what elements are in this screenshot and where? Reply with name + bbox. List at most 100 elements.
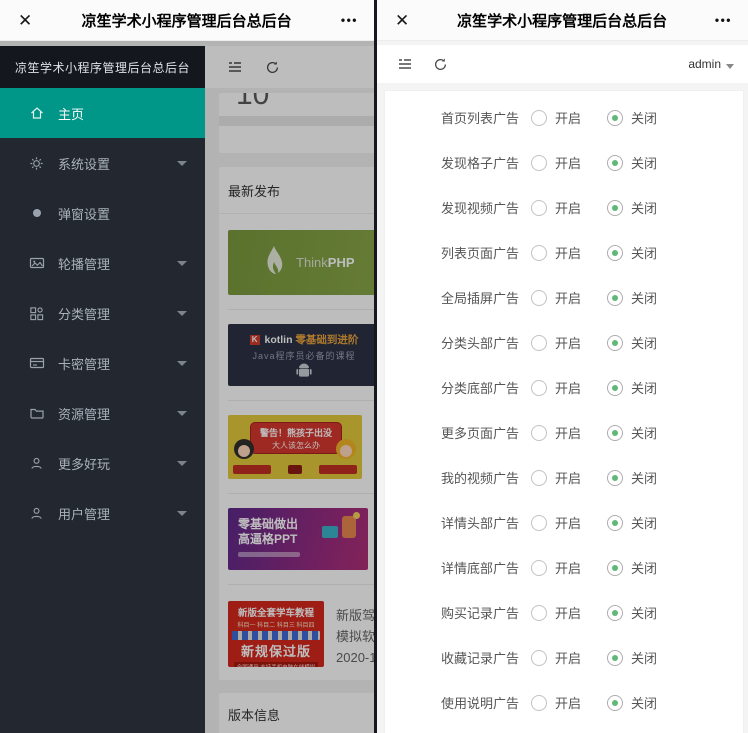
option-off: 关闭	[607, 108, 657, 127]
radio-off-label[interactable]: 关闭	[631, 423, 657, 442]
radio-on-label[interactable]: 开启	[555, 153, 581, 172]
radio-off-label[interactable]: 关闭	[631, 693, 657, 712]
radio-on-label[interactable]: 开启	[555, 333, 581, 352]
radio-off[interactable]	[607, 694, 624, 711]
radio-off[interactable]	[607, 334, 624, 351]
ad-setting-row: 首页列表广告 开启 关闭	[385, 95, 743, 140]
option-on: 开启	[531, 468, 581, 487]
radio-on[interactable]	[531, 514, 547, 531]
radio-on-label[interactable]: 开启	[555, 378, 581, 397]
radio-on-label[interactable]: 开启	[555, 513, 581, 532]
radio-on-label[interactable]: 开启	[555, 423, 581, 442]
radio-off[interactable]	[607, 379, 624, 396]
option-on: 开启	[531, 648, 581, 667]
option-off: 关闭	[607, 693, 657, 712]
radio-on-label[interactable]: 开启	[555, 198, 581, 217]
radio-off[interactable]	[607, 469, 624, 486]
option-off: 关闭	[607, 243, 657, 262]
sidebar-item-5[interactable]: 卡密管理	[0, 338, 205, 388]
chevron-down-icon	[177, 311, 187, 316]
sidebar-collapse-icon[interactable]	[397, 56, 413, 72]
sidebar-item-2[interactable]: 弹窗设置	[0, 188, 205, 238]
radio-on[interactable]	[531, 649, 547, 666]
radio-on-label[interactable]: 开启	[555, 468, 581, 487]
sidebar-item-3[interactable]: 轮播管理	[0, 238, 205, 288]
radio-on[interactable]	[531, 379, 547, 396]
left-phone-screen: ✕ 凉笙学术小程序管理后台总后台 ••• 10 最新发布 ThinkPHP K …	[0, 0, 374, 733]
refresh-icon[interactable]	[433, 57, 448, 72]
more-menu-icon[interactable]: •••	[715, 13, 732, 27]
radio-off-label[interactable]: 关闭	[631, 558, 657, 577]
chevron-down-icon	[177, 411, 187, 416]
radio-off-label[interactable]: 关闭	[631, 243, 657, 262]
setting-label: 分类底部广告	[441, 381, 520, 396]
radio-off-label[interactable]: 关闭	[631, 333, 657, 352]
close-icon[interactable]: ✕	[18, 12, 32, 29]
radio-on-label[interactable]: 开启	[555, 603, 581, 622]
radio-off[interactable]	[607, 649, 624, 666]
radio-off[interactable]	[607, 559, 624, 576]
radio-on[interactable]	[531, 244, 547, 261]
ad-setting-row: 发现视频广告 开启 关闭	[385, 185, 743, 230]
setting-label: 首页列表广告	[441, 111, 520, 126]
sidebar-item-1[interactable]: 系统设置	[0, 138, 205, 188]
option-on: 开启	[531, 243, 581, 262]
radio-on[interactable]	[531, 694, 547, 711]
option-off: 关闭	[607, 513, 657, 532]
radio-on[interactable]	[531, 334, 547, 351]
option-on: 开启	[531, 513, 581, 532]
radio-off[interactable]	[607, 199, 624, 216]
radio-off[interactable]	[607, 154, 624, 171]
option-on: 开启	[531, 423, 581, 442]
radio-on-label[interactable]: 开启	[555, 693, 581, 712]
radio-off-label[interactable]: 关闭	[631, 198, 657, 217]
sidebar-app-title: 凉笙学术小程序管理后台总后台	[0, 46, 205, 88]
radio-off[interactable]	[607, 604, 624, 621]
radio-on-label[interactable]: 开启	[555, 108, 581, 127]
radio-on[interactable]	[531, 199, 547, 216]
radio-on[interactable]	[531, 469, 547, 486]
radio-on[interactable]	[531, 604, 547, 621]
radio-off-label[interactable]: 关闭	[631, 603, 657, 622]
radio-on[interactable]	[531, 424, 547, 441]
radio-off[interactable]	[607, 244, 624, 261]
more-menu-icon[interactable]: •••	[341, 13, 358, 27]
setting-label: 全局插屏广告	[441, 291, 520, 306]
setting-label: 购买记录广告	[441, 606, 520, 621]
ad-setting-row: 购买记录广告 开启 关闭	[385, 590, 743, 635]
setting-label: 分类头部广告	[441, 336, 520, 351]
sidebar-item-8[interactable]: 用户管理	[0, 488, 205, 538]
radio-off-label[interactable]: 关闭	[631, 108, 657, 127]
sidebar-item-label: 主页	[58, 106, 85, 122]
radio-on-label[interactable]: 开启	[555, 288, 581, 307]
radio-off-label[interactable]: 关闭	[631, 468, 657, 487]
radio-off-label[interactable]: 关闭	[631, 288, 657, 307]
radio-on-label[interactable]: 开启	[555, 558, 581, 577]
radio-on-label[interactable]: 开启	[555, 648, 581, 667]
radio-off-label[interactable]: 关闭	[631, 513, 657, 532]
radio-off[interactable]	[607, 424, 624, 441]
radio-on[interactable]	[531, 289, 547, 306]
radio-on-label[interactable]: 开启	[555, 243, 581, 262]
radio-off[interactable]	[607, 109, 624, 126]
sidebar-item-4[interactable]: 分类管理	[0, 288, 205, 338]
radio-off-label[interactable]: 关闭	[631, 648, 657, 667]
person-icon	[28, 505, 45, 522]
chevron-down-icon	[177, 511, 187, 516]
sidebar-item-7[interactable]: 更多好玩	[0, 438, 205, 488]
sidebar-item-label: 轮播管理	[58, 256, 111, 272]
radio-off[interactable]	[607, 514, 624, 531]
radio-off-label[interactable]: 关闭	[631, 378, 657, 397]
radio-on[interactable]	[531, 154, 547, 171]
radio-on[interactable]	[531, 109, 547, 126]
radio-on[interactable]	[531, 559, 547, 576]
sidebar-item-6[interactable]: 资源管理	[0, 388, 205, 438]
user-dropdown[interactable]: admin	[688, 57, 734, 71]
chevron-down-icon	[726, 63, 734, 69]
radio-off[interactable]	[607, 289, 624, 306]
sidebar-item-0[interactable]: 主页	[0, 88, 205, 138]
radio-off-label[interactable]: 关闭	[631, 153, 657, 172]
ad-setting-row: 收藏记录广告 开启 关闭	[385, 635, 743, 680]
close-icon[interactable]: ✕	[395, 12, 409, 29]
ad-setting-row: 我的视频广告 开启 关闭	[385, 455, 743, 500]
